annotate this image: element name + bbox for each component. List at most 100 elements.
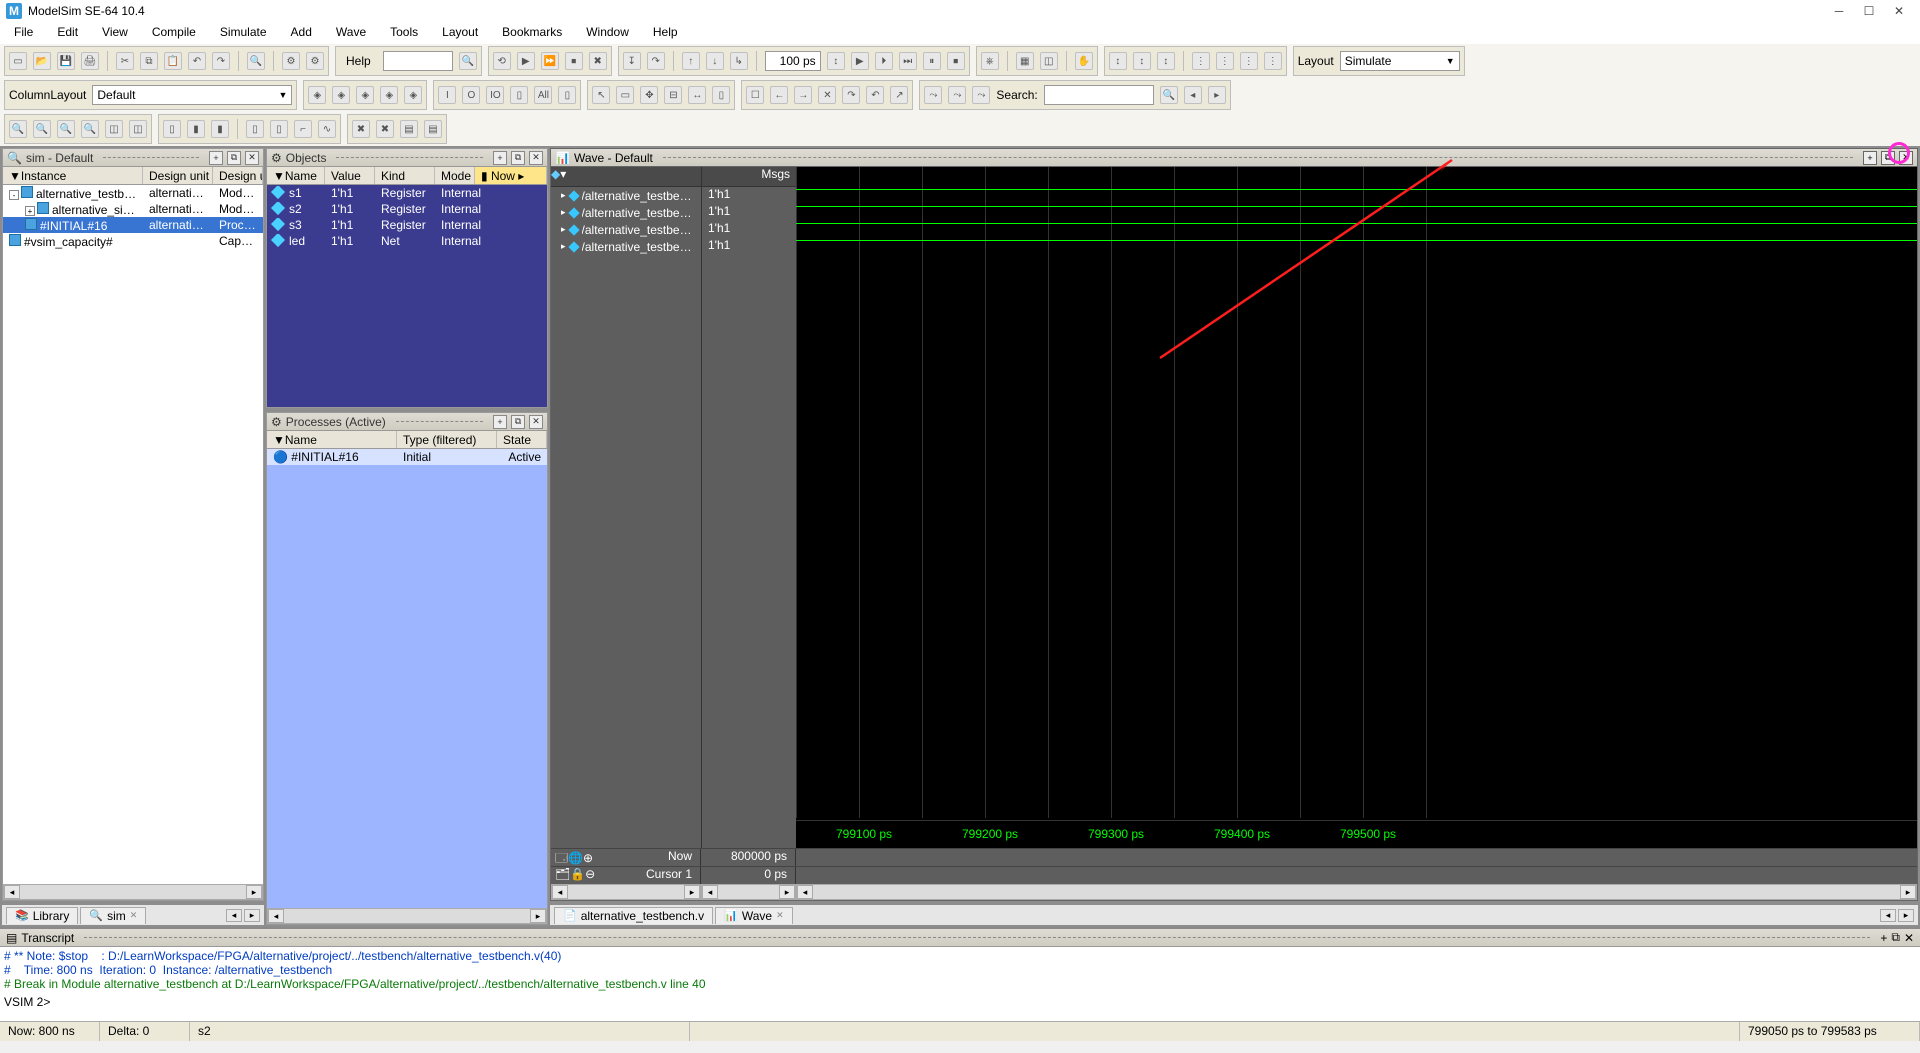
sim-panel-undock-button[interactable]: ⧉ xyxy=(227,151,241,165)
objects-row[interactable]: led1'h1NetInternal xyxy=(267,233,547,249)
menu-edit[interactable]: Edit xyxy=(47,22,88,44)
run-all2-icon[interactable]: ⏭ xyxy=(899,52,917,70)
collapse-all-icon[interactable]: ▤ xyxy=(424,120,442,138)
run-length-step-icon[interactable]: ↕ xyxy=(827,52,845,70)
process-row[interactable]: 🔵 #INITIAL#16InitialActive xyxy=(267,449,547,465)
processes-list[interactable]: 🔵 #INITIAL#16InitialActive xyxy=(267,449,547,908)
menu-window[interactable]: Window xyxy=(576,22,639,44)
tab-sim[interactable]: 🔍 sim ✕ xyxy=(80,907,146,924)
hand-icon[interactable]: ✋ xyxy=(1075,52,1093,70)
menu-simulate[interactable]: Simulate xyxy=(210,22,277,44)
close-button[interactable]: ✕ xyxy=(1884,0,1914,22)
zoom-other-icon[interactable]: ◫ xyxy=(129,120,147,138)
zoom-out-icon[interactable]: 🔍 xyxy=(33,120,51,138)
bookmark-del-icon[interactable]: ✕ xyxy=(818,86,836,104)
objects-list[interactable]: s11'h1RegisterInternals21'h1RegisterInte… xyxy=(267,185,547,407)
proc-hscroll[interactable]: ◂▸ xyxy=(267,908,547,924)
sim-row[interactable]: +alternative_sim…alternative…Module xyxy=(3,201,263,217)
bookmark-add-icon[interactable]: ☐ xyxy=(746,86,764,104)
menu-wave[interactable]: Wave xyxy=(326,22,376,44)
sim-row[interactable]: -alternative_testbe…alternative…Module xyxy=(3,185,263,201)
menu-layout[interactable]: Layout xyxy=(432,22,488,44)
wave-tab-left-icon[interactable]: ◂ xyxy=(1880,909,1896,922)
add-list-icon[interactable]: ◈ xyxy=(332,86,350,104)
menu-file[interactable]: File xyxy=(4,22,43,44)
edit-signal-icon[interactable]: ▯ xyxy=(712,86,730,104)
help-search-input[interactable] xyxy=(383,51,453,71)
zoom-full-icon[interactable]: 🔍 xyxy=(57,120,75,138)
stop2-icon[interactable]: ⏹ xyxy=(947,52,965,70)
undo-icon[interactable]: ↶ xyxy=(188,52,206,70)
cursor-unlink-icon[interactable]: ↕ xyxy=(1133,52,1151,70)
processes-add-button[interactable]: + xyxy=(493,415,507,429)
new-icon[interactable]: ▭ xyxy=(9,52,27,70)
tab-testbench-file[interactable]: 📄 alternative_testbench.v xyxy=(554,907,713,924)
redo-icon[interactable]: ↷ xyxy=(212,52,230,70)
bookmark-nav2-icon[interactable]: ↶ xyxy=(866,86,884,104)
cursor-link-icon[interactable]: ↕ xyxy=(1109,52,1127,70)
add-log-icon[interactable]: ◈ xyxy=(356,86,374,104)
format-step-icon[interactable]: ⌐ xyxy=(294,120,312,138)
sim-tab-right-icon[interactable]: ▸ xyxy=(244,909,260,922)
restart-icon[interactable]: ⟲ xyxy=(493,52,511,70)
search-next-icon[interactable]: ▸ xyxy=(1208,86,1226,104)
edit-stretch-icon[interactable]: ↔ xyxy=(688,86,706,104)
radix-io-icon[interactable]: IO xyxy=(486,86,504,104)
trace3-icon[interactable]: ⤳ xyxy=(972,86,990,104)
cursor-add-icon[interactable]: ↕ xyxy=(1157,52,1175,70)
radix-o-icon[interactable]: O xyxy=(462,86,480,104)
menu-compile[interactable]: Compile xyxy=(142,22,206,44)
objects-row[interactable]: s11'h1RegisterInternal xyxy=(267,185,547,201)
processes-close-button[interactable]: ✕ xyxy=(529,415,543,429)
menu-view[interactable]: View xyxy=(92,22,138,44)
find-icon[interactable]: 🔍 xyxy=(247,52,265,70)
transcript-undock-button[interactable]: ⧉ xyxy=(1891,930,1900,945)
wave-signal-row[interactable]: ▸/alternative_testbe… xyxy=(551,204,701,221)
print-icon[interactable]: 🖨 xyxy=(81,52,99,70)
format-logic-icon[interactable]: ▯ xyxy=(163,120,181,138)
trace2-icon[interactable]: ⤳ xyxy=(948,86,966,104)
zoom-mode-icon[interactable]: ▭ xyxy=(616,86,634,104)
next-icon[interactable]: ↳ xyxy=(730,52,748,70)
format-interp-icon[interactable]: ∿ xyxy=(318,120,336,138)
open-icon[interactable]: 📂 xyxy=(33,52,51,70)
wave-tab-right-icon[interactable]: ▸ xyxy=(1898,909,1914,922)
add-wave-icon[interactable]: ◈ xyxy=(308,86,326,104)
tab-library[interactable]: 📚 Library xyxy=(6,907,78,924)
processes-undock-button[interactable]: ⧉ xyxy=(511,415,525,429)
sim-row[interactable]: #vsim_capacity#Capacity xyxy=(3,233,263,249)
bookmark-prev-icon[interactable]: ← xyxy=(770,86,788,104)
bookmark-nav-icon[interactable]: ↷ xyxy=(842,86,860,104)
wave-signal-row[interactable]: ▸/alternative_testbe… xyxy=(551,187,701,204)
format-event-icon[interactable]: ▯ xyxy=(246,120,264,138)
maximize-button[interactable]: ☐ xyxy=(1854,0,1884,22)
copy-icon[interactable]: ⧉ xyxy=(140,52,158,70)
wave-signal-row[interactable]: ▸/alternative_testbe… xyxy=(551,238,701,255)
paste-icon[interactable]: 📋 xyxy=(164,52,182,70)
run-all-icon[interactable]: ⏩ xyxy=(541,52,559,70)
zoom-range-icon[interactable]: ◫ xyxy=(105,120,123,138)
grid2-icon[interactable]: ⋮ xyxy=(1216,52,1234,70)
down-icon[interactable]: ↓ xyxy=(706,52,724,70)
sim-panel-add-button[interactable]: + xyxy=(209,151,223,165)
step-over-icon[interactable]: ↷ xyxy=(647,52,665,70)
expand-all-icon[interactable]: ▤ xyxy=(400,120,418,138)
minimize-button[interactable]: ─ xyxy=(1824,0,1854,22)
bookmark-next-icon[interactable]: → xyxy=(794,86,812,104)
column-layout-combo[interactable]: Default▼ xyxy=(92,85,292,105)
wave-add-button[interactable]: + xyxy=(1863,151,1877,165)
grid3-icon[interactable]: ⋮ xyxy=(1240,52,1258,70)
objects-undock-button[interactable]: ⧉ xyxy=(511,151,525,165)
transcript-body[interactable]: # ** Note: $stop : D:/LearnWorkspace/FPG… xyxy=(0,947,1920,1021)
break-icon[interactable]: ⏹ xyxy=(565,52,583,70)
break2-icon[interactable]: ⏸ xyxy=(923,52,941,70)
zoom-cursor-icon[interactable]: 🔍 xyxy=(81,120,99,138)
bookmark-nav3-icon[interactable]: ↗ xyxy=(890,86,908,104)
format-analog-icon[interactable]: ▮ xyxy=(187,120,205,138)
wave-signal-row[interactable]: ▸/alternative_testbe… xyxy=(551,221,701,238)
wave-signal-values[interactable]: Msgs 1'h11'h11'h11'h1 xyxy=(701,167,796,848)
objects-row[interactable]: s31'h1RegisterInternal xyxy=(267,217,547,233)
format-literal-icon[interactable]: ▮ xyxy=(211,120,229,138)
tab-wave[interactable]: 📊 Wave ✕ xyxy=(715,907,792,924)
add-watch-icon[interactable]: ◈ xyxy=(380,86,398,104)
